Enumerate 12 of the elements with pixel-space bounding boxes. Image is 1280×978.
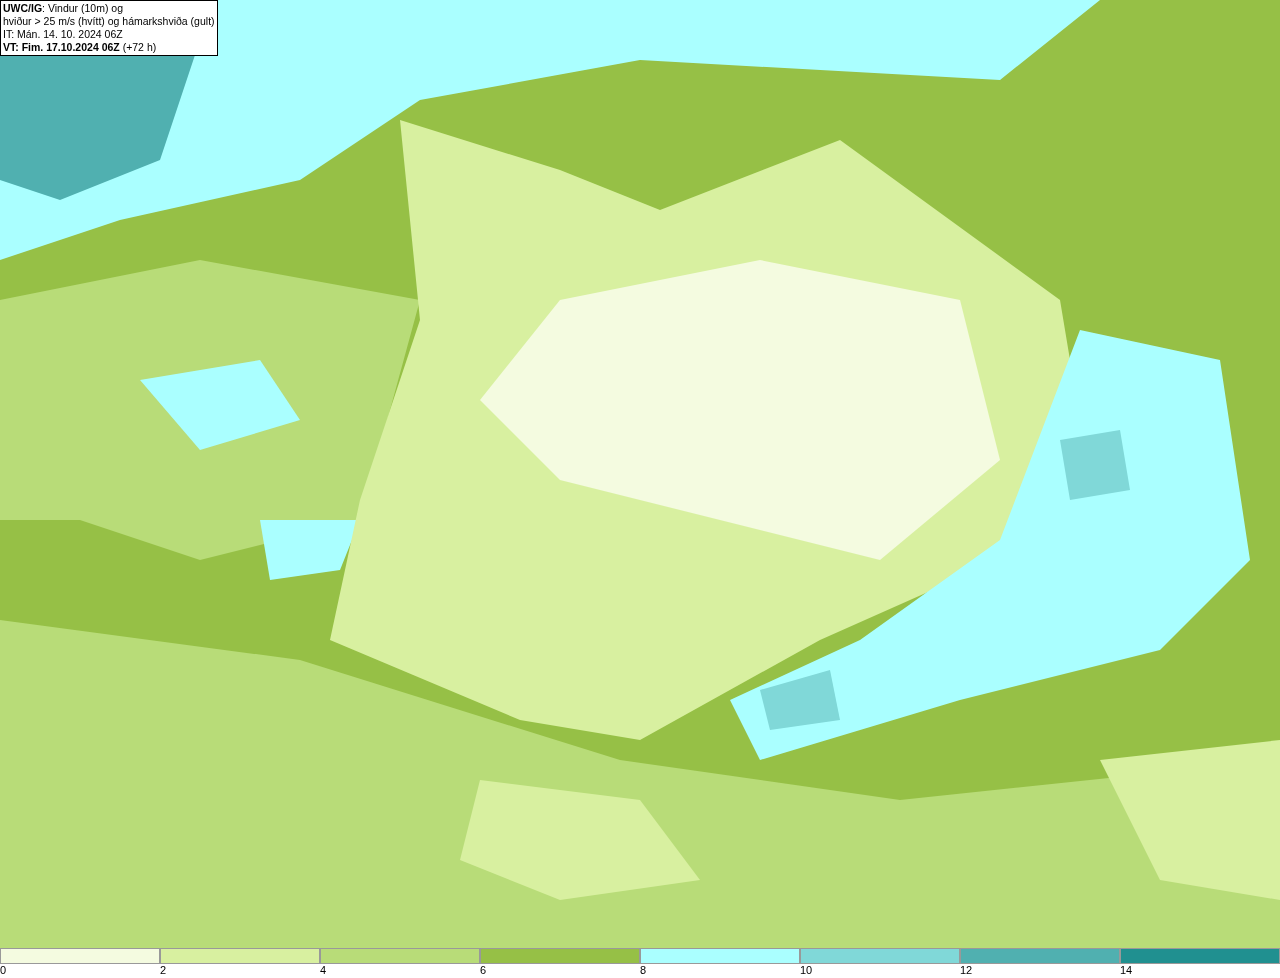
legend-label: 2 xyxy=(160,964,167,977)
legend-label: 8 xyxy=(640,964,647,977)
legend-label: 10 xyxy=(800,964,813,977)
legend-label: 12 xyxy=(960,964,973,977)
legend-label: 0 xyxy=(0,964,7,977)
legend-label: 14 xyxy=(1120,964,1133,977)
info-line: IT: Mán. 14. 10. 2024 06Z xyxy=(3,28,124,41)
info-line: VT: Fim. 17.10.2024 06Z (+72 h) xyxy=(3,41,158,54)
info-line: hviður > 25 m/s (hvítt) og hámarkshviða (gult) xyxy=(3,15,215,28)
info-line: UWC/IG: Vindur (10m) og xyxy=(3,2,124,15)
legend-label: 4 xyxy=(320,964,327,977)
legend-label: 6 xyxy=(480,964,487,977)
